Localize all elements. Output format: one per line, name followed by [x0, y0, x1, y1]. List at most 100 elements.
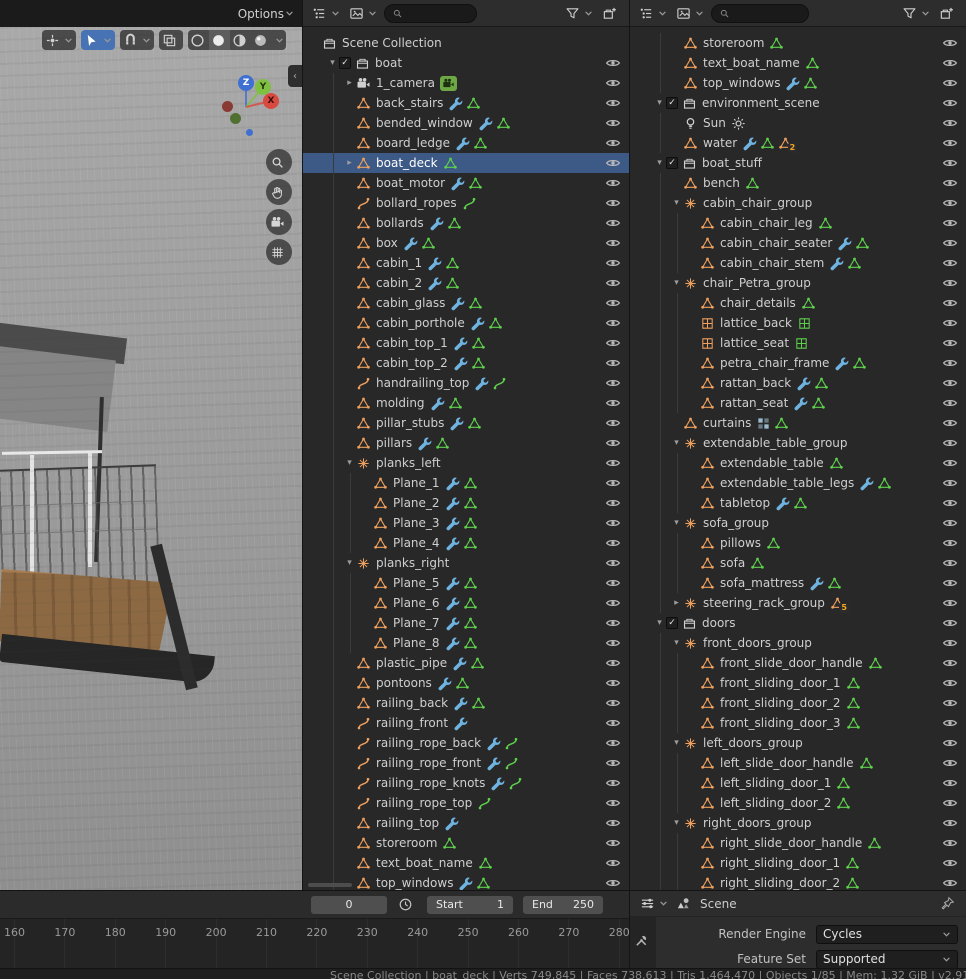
- hide-in-viewport-eye-icon[interactable]: [942, 755, 958, 771]
- hide-in-viewport-eye-icon[interactable]: [605, 255, 621, 271]
- expand-toggle[interactable]: ▾: [670, 633, 683, 653]
- hide-in-viewport-eye-icon[interactable]: [605, 395, 621, 411]
- hide-in-viewport-eye-icon[interactable]: [942, 335, 958, 351]
- outliner-row-lattice_back[interactable]: lattice_back: [630, 313, 966, 333]
- outliner-row-pillar_stubs[interactable]: pillar_stubs: [303, 413, 629, 433]
- sidebar-collapse-tab[interactable]: ‹: [288, 65, 302, 87]
- hide-in-viewport-eye-icon[interactable]: [942, 535, 958, 551]
- expand-toggle[interactable]: ▾: [653, 93, 666, 113]
- outliner-row-sofa[interactable]: sofa: [630, 553, 966, 573]
- outliner-row-doors[interactable]: ▾✓doors: [630, 613, 966, 633]
- hide-in-viewport-eye-icon[interactable]: [605, 855, 621, 871]
- outliner-row-planks_left[interactable]: ▾planks_left: [303, 453, 629, 473]
- outliner-row-Plane_6[interactable]: Plane_6: [303, 593, 629, 613]
- outliner-row-Plane_7[interactable]: Plane_7: [303, 613, 629, 633]
- hide-in-viewport-eye-icon[interactable]: [942, 195, 958, 211]
- hide-in-viewport-eye-icon[interactable]: [942, 655, 958, 671]
- outliner-row-railing_front[interactable]: railing_front: [303, 713, 629, 733]
- gizmo-z-axis[interactable]: Z: [238, 75, 254, 91]
- outliner-row-text_boat_name[interactable]: text_boat_name: [630, 53, 966, 73]
- hide-in-viewport-eye-icon[interactable]: [605, 535, 621, 551]
- hide-in-viewport-eye-icon[interactable]: [605, 675, 621, 691]
- hide-in-viewport-eye-icon[interactable]: [605, 615, 621, 631]
- hide-in-viewport-eye-icon[interactable]: [605, 815, 621, 831]
- hide-in-viewport-eye-icon[interactable]: [942, 55, 958, 71]
- outliner-row-chair_details[interactable]: chair_details: [630, 293, 966, 313]
- hide-in-viewport-eye-icon[interactable]: [605, 495, 621, 511]
- outliner-row-storeroom[interactable]: storeroom: [630, 33, 966, 53]
- frame-end-field[interactable]: End 250: [523, 896, 603, 914]
- render-engine-select[interactable]: Cycles: [816, 925, 958, 944]
- hide-in-viewport-eye-icon[interactable]: [942, 675, 958, 691]
- filter-dropdown[interactable]: [900, 3, 932, 23]
- hide-in-viewport-eye-icon[interactable]: [942, 815, 958, 831]
- hide-in-viewport-eye-icon[interactable]: [942, 95, 958, 111]
- hide-in-viewport-eye-icon[interactable]: [605, 415, 621, 431]
- hide-in-viewport-eye-icon[interactable]: [942, 375, 958, 391]
- shading-rendered[interactable]: [251, 30, 272, 50]
- outliner-row-Plane_8[interactable]: Plane_8: [303, 633, 629, 653]
- hide-in-viewport-eye-icon[interactable]: [605, 195, 621, 211]
- outliner-row-bench[interactable]: bench: [630, 173, 966, 193]
- outliner-row-box[interactable]: box: [303, 233, 629, 253]
- snap-magnet-dropdown[interactable]: [120, 30, 154, 50]
- timeline-ruler[interactable]: 160170180190200210220230240250260270280: [0, 919, 629, 968]
- outliner-row-Plane_1[interactable]: Plane_1: [303, 473, 629, 493]
- outliner-row-cabin_porthole[interactable]: cabin_porthole: [303, 313, 629, 333]
- outliner-row-boat_stuff[interactable]: ▾✓boat_stuff: [630, 153, 966, 173]
- outliner-row-1_camera[interactable]: ▸1_camera: [303, 73, 629, 93]
- hide-in-viewport-eye-icon[interactable]: [605, 775, 621, 791]
- outliner-row-lattice_seat[interactable]: lattice_seat: [630, 333, 966, 353]
- display-mode-dropdown[interactable]: [674, 3, 706, 23]
- hide-in-viewport-eye-icon[interactable]: [942, 115, 958, 131]
- xray-toggle[interactable]: [159, 30, 183, 50]
- outliner-row-cabin_top_1[interactable]: cabin_top_1: [303, 333, 629, 353]
- outliner-row-steering_rack_group[interactable]: ▸steering_rack_group5: [630, 593, 966, 613]
- shading-wireframe[interactable]: [188, 30, 209, 50]
- outliner-row-Sun[interactable]: Sun: [630, 113, 966, 133]
- hide-in-viewport-eye-icon[interactable]: [942, 875, 958, 890]
- hide-in-viewport-eye-icon[interactable]: [605, 835, 621, 851]
- outliner-row-railing_rope_front[interactable]: railing_rope_front: [303, 753, 629, 773]
- display-mode-dropdown[interactable]: [347, 3, 379, 23]
- outliner-row-Plane_5[interactable]: Plane_5: [303, 573, 629, 593]
- outliner-row-right_sliding_door_1[interactable]: right_sliding_door_1: [630, 853, 966, 873]
- outliner-row-front_sliding_door_3[interactable]: front_sliding_door_3: [630, 713, 966, 733]
- outliner-row-sofa_mattress[interactable]: sofa_mattress: [630, 573, 966, 593]
- hide-in-viewport-eye-icon[interactable]: [605, 275, 621, 291]
- frame-start-field[interactable]: Start 1: [427, 896, 513, 914]
- outliner-row-storeroom[interactable]: storeroom: [303, 833, 629, 853]
- outliner-row-pillars[interactable]: pillars: [303, 433, 629, 453]
- expand-toggle[interactable]: ▸: [343, 73, 356, 93]
- hide-in-viewport-eye-icon[interactable]: [942, 835, 958, 851]
- outliner-row-railing_rope_knots[interactable]: railing_rope_knots: [303, 773, 629, 793]
- active-camera-data-chip[interactable]: [440, 76, 457, 91]
- collection-checkbox[interactable]: ✓: [666, 97, 678, 109]
- hide-in-viewport-eye-icon[interactable]: [605, 555, 621, 571]
- hide-in-viewport-eye-icon[interactable]: [605, 375, 621, 391]
- outliner-search[interactable]: [384, 4, 477, 23]
- outliner-row-cabin_2[interactable]: cabin_2: [303, 273, 629, 293]
- outliner-row-boat[interactable]: ▾✓boat: [303, 53, 629, 73]
- outliner-row-right_sliding_door_2[interactable]: right_sliding_door_2: [630, 873, 966, 890]
- hide-in-viewport-eye-icon[interactable]: [942, 175, 958, 191]
- outliner-row-left_slide_door_handle[interactable]: left_slide_door_handle: [630, 753, 966, 773]
- active-tool-dropdown[interactable]: [81, 30, 115, 50]
- outliner-row-pontoons[interactable]: pontoons: [303, 673, 629, 693]
- outliner-row-bollards[interactable]: bollards: [303, 213, 629, 233]
- hide-in-viewport-eye-icon[interactable]: [942, 575, 958, 591]
- editor-type-dropdown[interactable]: [638, 894, 670, 914]
- hide-in-viewport-eye-icon[interactable]: [605, 355, 621, 371]
- current-frame-field[interactable]: 0: [311, 896, 387, 914]
- outliner-row-handrailing_top[interactable]: handrailing_top: [303, 373, 629, 393]
- hide-in-viewport-eye-icon[interactable]: [942, 215, 958, 231]
- gizmo-neg-z-dot[interactable]: [246, 129, 253, 136]
- outliner-row-chair_Petra_group[interactable]: ▾chair_Petra_group: [630, 273, 966, 293]
- gizmo-neg-y-axis[interactable]: [230, 113, 241, 124]
- collection-checkbox[interactable]: ✓: [339, 57, 351, 69]
- hide-in-viewport-eye-icon[interactable]: [942, 715, 958, 731]
- hide-in-viewport-eye-icon[interactable]: [942, 515, 958, 531]
- expand-toggle[interactable]: ▾: [670, 273, 683, 293]
- hide-in-viewport-eye-icon[interactable]: [605, 475, 621, 491]
- outliner-row-cabin_chair_seater[interactable]: cabin_chair_seater: [630, 233, 966, 253]
